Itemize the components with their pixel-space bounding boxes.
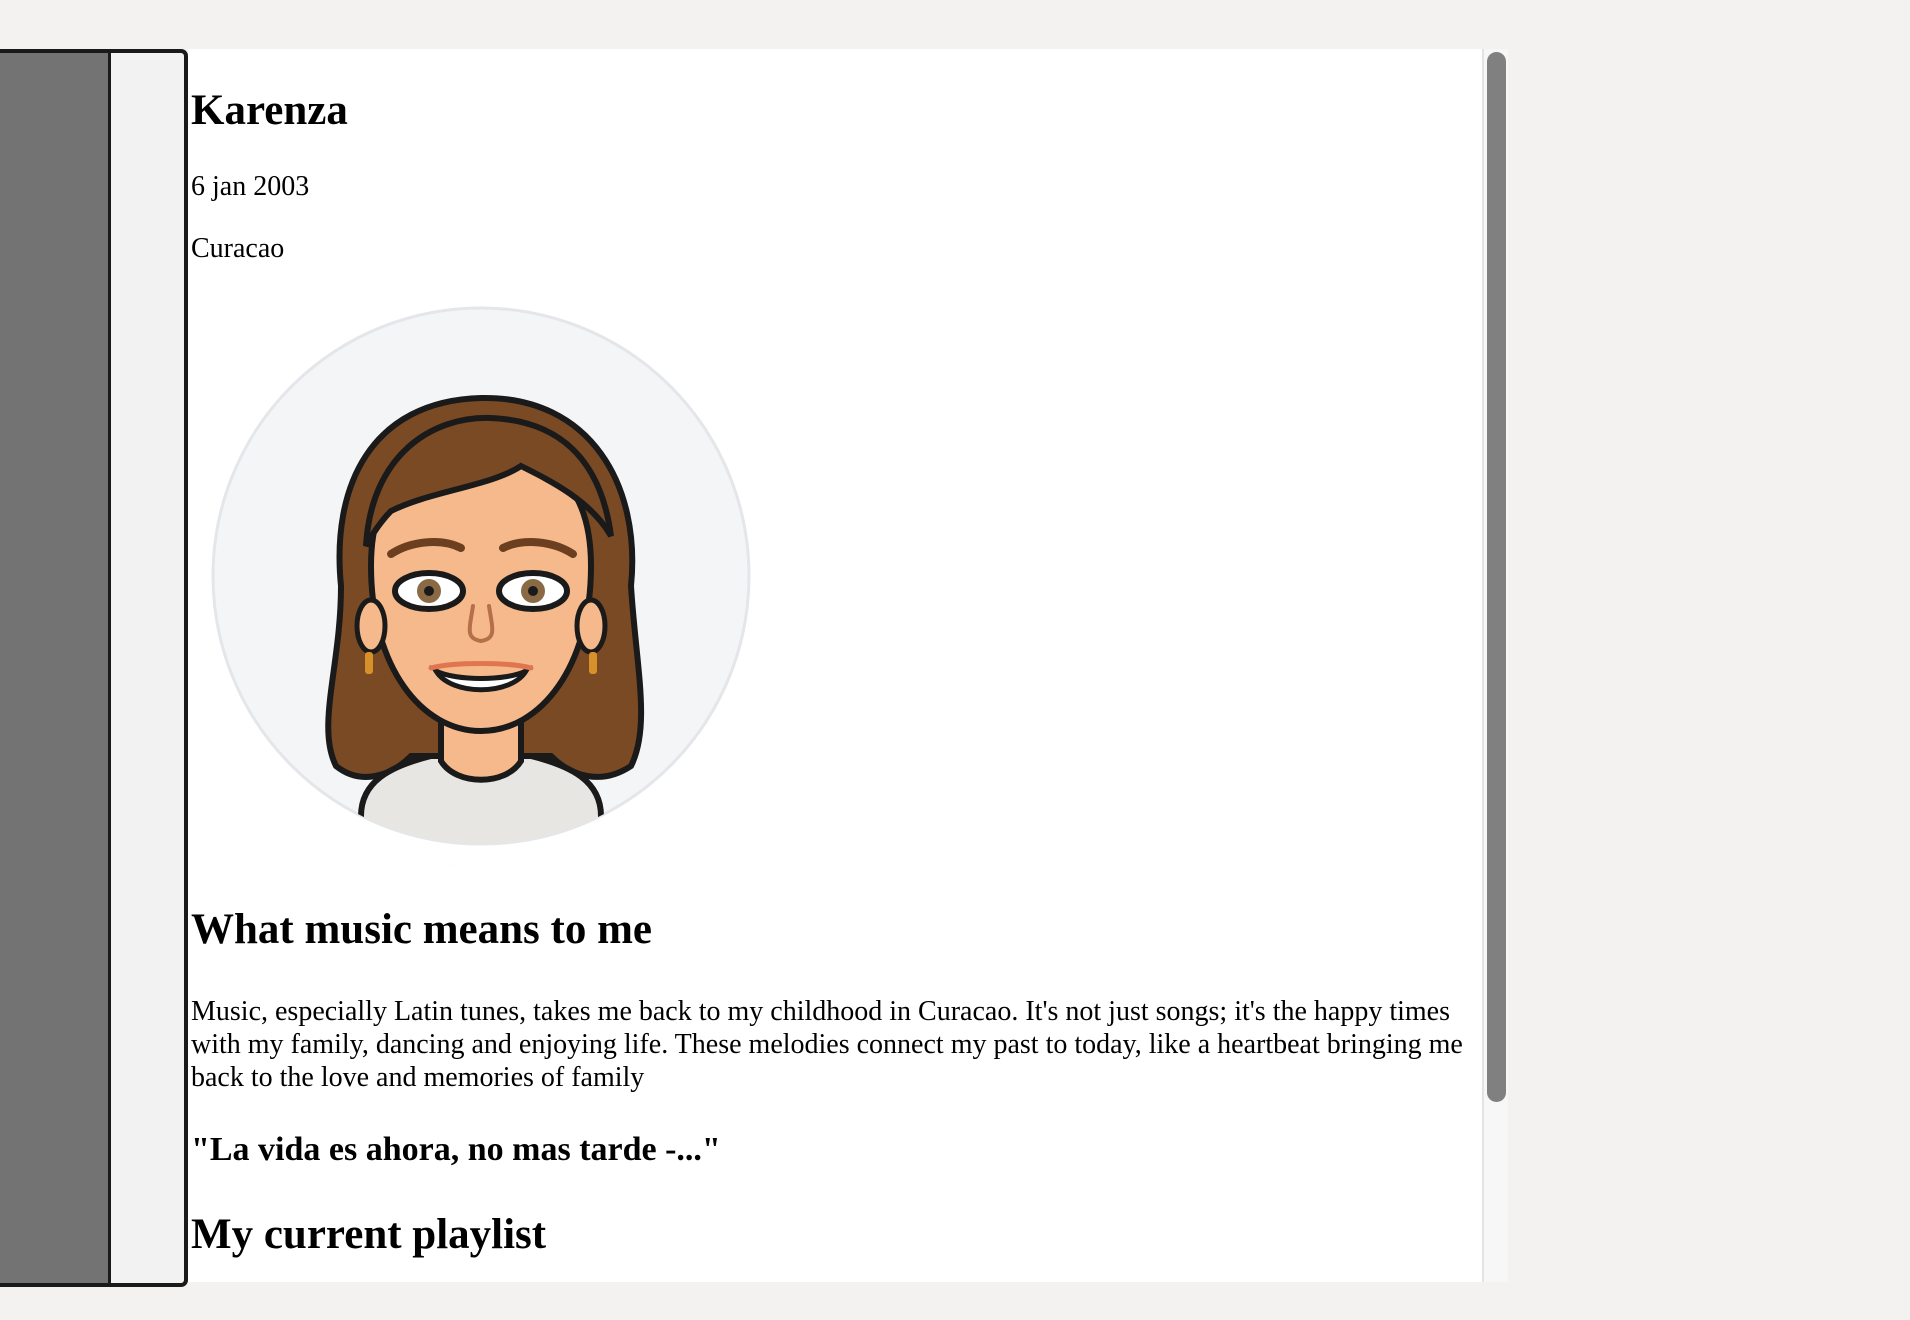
quote: "La vida es ahora, no mas tarde -..." bbox=[191, 1131, 721, 1169]
left-side-panel bbox=[0, 49, 188, 1287]
music-section-text: Music, especially Latin tunes, takes me … bbox=[191, 996, 1463, 1094]
scrollbar-thumb[interactable] bbox=[1487, 52, 1506, 1102]
avatar bbox=[191, 285, 771, 868]
bitmoji-avatar-icon bbox=[191, 285, 771, 868]
playlist-heading: My current playlist bbox=[191, 1211, 547, 1259]
left-panel-fill bbox=[0, 53, 111, 1283]
music-section-heading: What music means to me bbox=[191, 905, 653, 953]
birth-date: 6 jan 2003 bbox=[191, 170, 310, 202]
profile-page-viewport: Karenza 6 jan 2003 Curacao What music me… bbox=[188, 49, 1508, 1282]
profile-name: Karenza bbox=[191, 87, 348, 134]
location: Curacao bbox=[191, 233, 285, 265]
profile-content: Karenza 6 jan 2003 Curacao What music me… bbox=[191, 49, 1491, 1261]
